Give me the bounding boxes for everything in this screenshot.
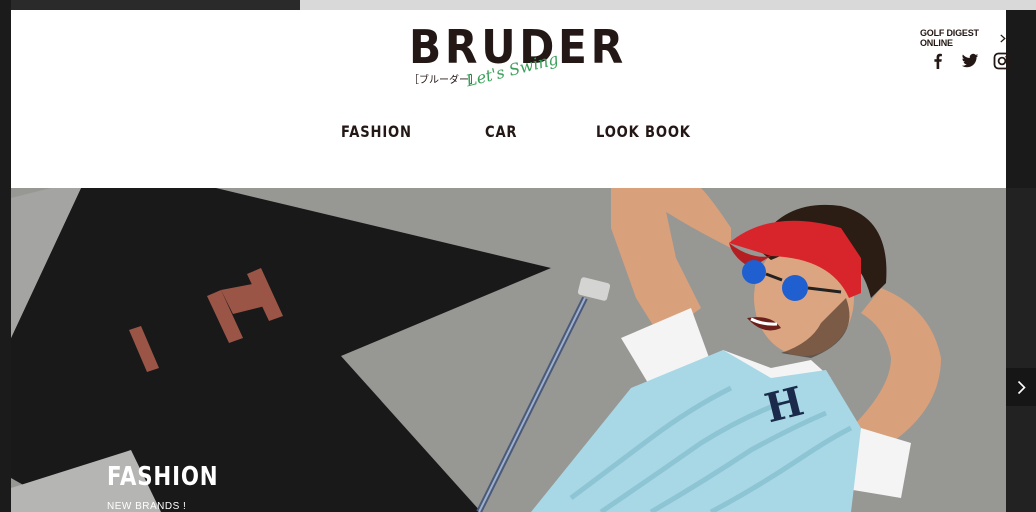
nav-item-look-book[interactable]: LOOK BOOK — [596, 122, 691, 141]
twitter-link[interactable] — [961, 52, 979, 70]
main-nav: FASHION CAR LOOK BOOK — [11, 122, 1006, 148]
backdrop-left — [0, 0, 11, 512]
social-links — [929, 52, 1011, 70]
chevron-right-icon — [1000, 33, 1006, 43]
backdrop-right — [1006, 188, 1036, 512]
golf-digest-online-link[interactable]: GOLF DIGEST ONLINE — [920, 28, 1006, 48]
chevron-right-icon — [1017, 380, 1026, 394]
golf-digest-online-label: GOLF DIGEST ONLINE — [920, 28, 979, 48]
brand-logo[interactable]: BRUDER ［ブルーダー］ Let's Swing — [409, 20, 623, 110]
hero-subtitle: NEW BRANDS ! — [107, 501, 187, 512]
hero-slider[interactable]: H FASHION NEW BRANDS ! — [11, 188, 1006, 512]
hero-title: FASHION — [107, 462, 219, 492]
nav-item-fashion[interactable]: FASHION — [341, 122, 412, 141]
facebook-link[interactable] — [929, 52, 947, 70]
site-header: BRUDER ［ブルーダー］ Let's Swing GOLF DIGEST O… — [11, 10, 1011, 188]
instagram-link[interactable] — [993, 52, 1011, 70]
slider-next-button[interactable] — [1006, 368, 1036, 406]
instagram-icon — [993, 52, 1011, 70]
twitter-icon — [961, 53, 979, 68]
facebook-icon — [934, 53, 942, 69]
backdrop-top-light — [300, 0, 1036, 10]
nav-item-car[interactable]: CAR — [485, 122, 517, 141]
